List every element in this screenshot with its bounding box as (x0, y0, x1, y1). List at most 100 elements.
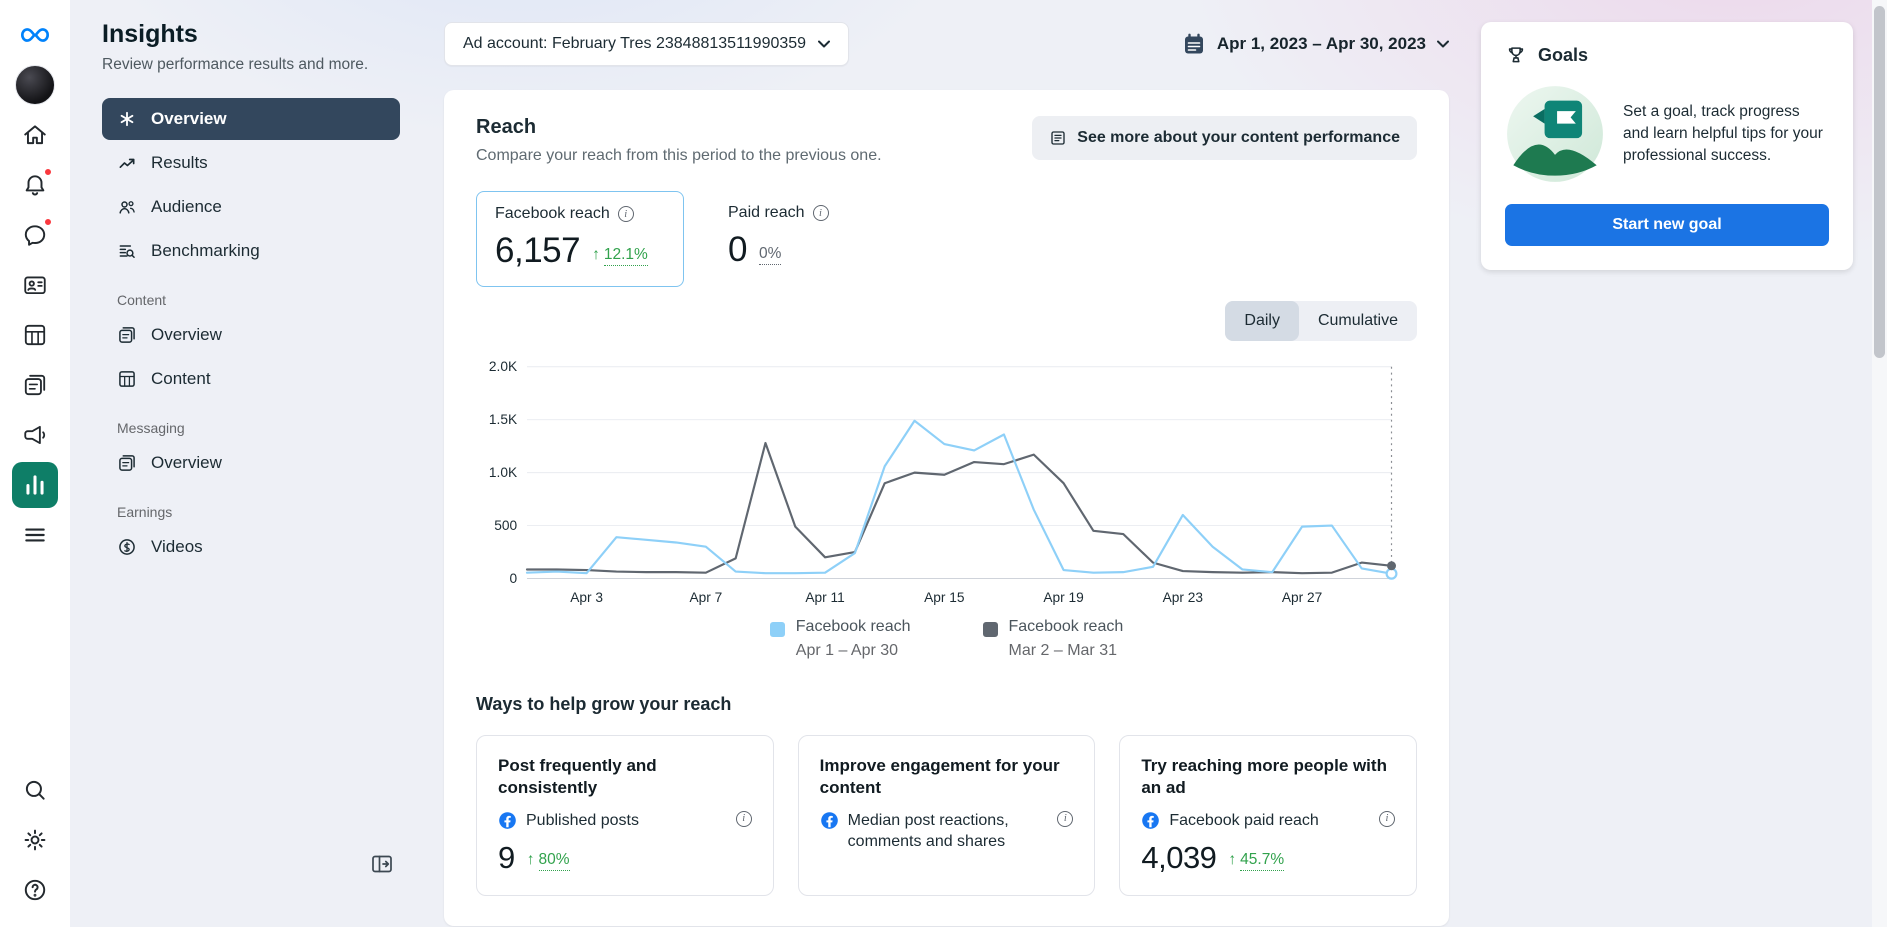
toggle-daily[interactable]: Daily (1225, 301, 1299, 341)
grow-metric-label: Facebook paid reach (1169, 811, 1318, 832)
ads-megaphone-icon[interactable] (12, 412, 58, 458)
paid-reach-metric[interactable]: Paid reach 0 0% (728, 191, 829, 285)
notifications-bell-icon[interactable] (12, 162, 58, 208)
all-tools-menu-icon[interactable] (12, 512, 58, 558)
legend-series-name: Facebook reach (1009, 618, 1124, 636)
home-icon[interactable] (12, 112, 58, 158)
content-grid-icon (117, 369, 137, 389)
overview-asterisk-icon (117, 109, 137, 129)
nav-section-messaging: Messaging (117, 420, 400, 436)
goals-title: Goals (1538, 45, 1588, 66)
up-arrow-icon (592, 246, 600, 264)
grow-section-title: Ways to help grow your reach (476, 694, 1417, 715)
grow-cards: Post frequently and consistently Publish… (476, 735, 1417, 896)
collapse-panel-icon[interactable] (370, 852, 394, 876)
goals-column: Goals Set a goal, track progress and lea… (1475, 0, 1887, 927)
search-icon[interactable] (12, 767, 58, 813)
sidebar-item-content[interactable]: Content (102, 358, 400, 400)
benchmarking-search-icon (117, 241, 137, 261)
chart-legend: Facebook reach Apr 1 – Apr 30 Facebook r… (476, 618, 1417, 660)
grow-card-reach-with-ad[interactable]: Try reaching more people with an ad Face… (1119, 735, 1417, 896)
grow-card-post-frequently[interactable]: Post frequently and consistently Publish… (476, 735, 774, 896)
metric-delta[interactable]: 0% (759, 245, 781, 270)
facebook-icon (820, 811, 839, 830)
sidebar-item-label: Results (151, 153, 208, 173)
calendar-icon (1182, 32, 1206, 56)
grow-metric-delta[interactable]: 45.7% (1228, 851, 1284, 876)
videos-dollar-icon (117, 537, 137, 557)
sidebar-item-overview[interactable]: Overview (102, 98, 400, 140)
svg-text:500: 500 (494, 518, 517, 533)
see-more-label: See more about your content performance (1077, 129, 1400, 147)
sidebar-item-videos[interactable]: Videos (102, 526, 400, 568)
info-icon[interactable] (1057, 811, 1073, 827)
chevron-down-icon (1437, 40, 1449, 48)
svg-text:Apr 23: Apr 23 (1163, 590, 1204, 605)
insights-chart-icon[interactable] (12, 462, 58, 508)
contacts-icon[interactable] (12, 262, 58, 308)
sidebar-item-label: Videos (151, 537, 203, 557)
svg-text:Apr 27: Apr 27 (1282, 590, 1322, 605)
svg-text:Apr 19: Apr 19 (1043, 590, 1083, 605)
grow-card-title: Improve engagement for your content (820, 755, 1074, 799)
sidebar-item-messaging-overview[interactable]: Overview (102, 442, 400, 484)
info-icon[interactable] (618, 206, 634, 222)
sidebar-item-label: Benchmarking (151, 241, 260, 261)
legend-series-name: Facebook reach (796, 618, 911, 636)
chevron-down-icon (818, 40, 830, 48)
sidebar-item-results[interactable]: Results (102, 142, 400, 184)
svg-text:2.0K: 2.0K (489, 359, 517, 374)
sidebar-item-label: Overview (151, 325, 222, 345)
svg-text:Apr 7: Apr 7 (689, 590, 722, 605)
sidebar-item-content-overview[interactable]: Overview (102, 314, 400, 356)
content-overview-icon (117, 325, 137, 345)
svg-text:Apr 15: Apr 15 (924, 590, 965, 605)
sidebar-item-label: Overview (151, 109, 227, 129)
sidebar-item-label: Overview (151, 453, 222, 473)
date-range-label: Apr 1, 2023 – Apr 30, 2023 (1217, 34, 1426, 54)
scrollbar[interactable] (1872, 0, 1887, 927)
ad-account-selector[interactable]: Ad account: February Tres 23848813511990… (444, 22, 849, 66)
svg-text:0: 0 (510, 571, 518, 586)
message-badge (43, 217, 53, 227)
settings-gear-icon[interactable] (12, 817, 58, 863)
report-icon (1049, 129, 1067, 147)
grow-card-improve-engagement[interactable]: Improve engagement for your content Medi… (798, 735, 1096, 896)
profile-avatar[interactable] (12, 62, 58, 108)
goals-description: Set a goal, track progress and learn hel… (1623, 101, 1829, 166)
messages-chat-icon[interactable] (12, 212, 58, 258)
sidebar-item-audience[interactable]: Audience (102, 186, 400, 228)
trophy-icon (1505, 44, 1527, 66)
messaging-overview-icon (117, 453, 137, 473)
facebook-icon (498, 811, 517, 830)
info-icon[interactable] (1379, 811, 1395, 827)
main-content: Ad account: February Tres 23848813511990… (428, 0, 1475, 927)
reach-title: Reach (476, 116, 882, 139)
delta-value: 80% (539, 851, 570, 871)
date-range-picker[interactable]: Apr 1, 2023 – Apr 30, 2023 (1182, 32, 1449, 56)
info-icon[interactable] (736, 811, 752, 827)
nav-list: Overview Results Audience Benchmarking C… (102, 98, 400, 568)
start-new-goal-button[interactable]: Start new goal (1505, 204, 1829, 246)
see-more-button[interactable]: See more about your content performance (1032, 116, 1417, 160)
insights-nav-panel: Insights Review performance results and … (70, 0, 428, 927)
chart-granularity-toggle: Daily Cumulative (1225, 301, 1417, 341)
svg-text:Apr 11: Apr 11 (805, 590, 844, 605)
nav-section-earnings: Earnings (117, 504, 400, 520)
legend-swatch-current (770, 622, 785, 637)
meta-logo[interactable] (12, 12, 58, 58)
results-trend-icon (117, 153, 137, 173)
planner-grid-icon[interactable] (12, 312, 58, 358)
posts-content-icon[interactable] (12, 362, 58, 408)
info-icon[interactable] (813, 205, 829, 221)
scrollbar-thumb[interactable] (1874, 6, 1885, 358)
toggle-cumulative[interactable]: Cumulative (1299, 301, 1417, 341)
delta-value: 12.1% (604, 246, 648, 266)
facebook-reach-metric[interactable]: Facebook reach 6,157 12.1% (476, 191, 684, 287)
metric-delta[interactable]: 12.1% (592, 246, 648, 271)
sidebar-item-benchmarking[interactable]: Benchmarking (102, 230, 400, 272)
goals-illustration (1505, 84, 1605, 184)
nav-section-content: Content (117, 292, 400, 308)
help-icon[interactable] (12, 867, 58, 913)
grow-metric-delta[interactable]: 80% (527, 851, 570, 876)
